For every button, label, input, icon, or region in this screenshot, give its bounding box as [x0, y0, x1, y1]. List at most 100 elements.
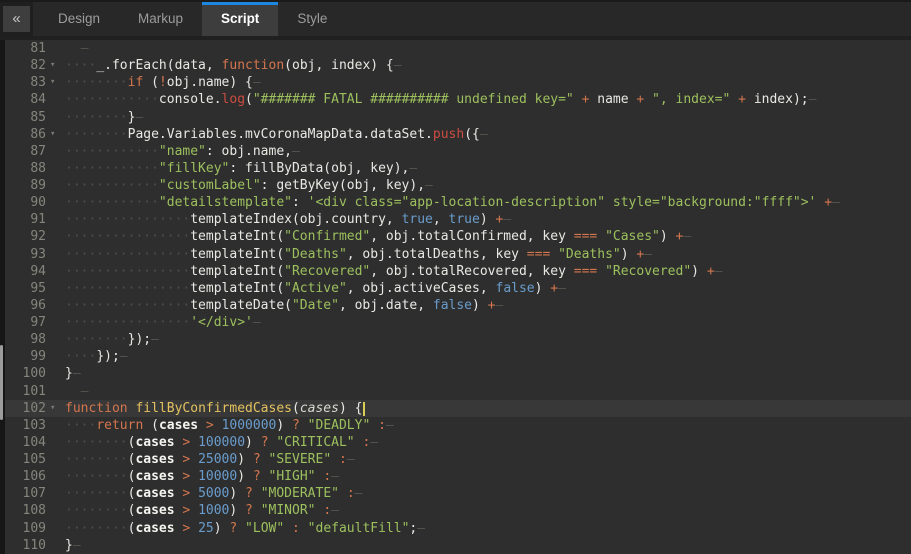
code-text: ················'</div>'–	[65, 314, 261, 331]
fold-toggle-icon[interactable]: ▾	[46, 74, 65, 91]
tab-markup[interactable]: Markup	[119, 2, 202, 36]
line-number: 98	[5, 331, 46, 348]
code-line[interactable]: 103 ····return (cases > 1000000) ? "DEADL…	[5, 417, 911, 434]
code-line[interactable]: 101 –	[5, 383, 911, 400]
code-line[interactable]: 94················templateInt("Recovered…	[5, 263, 911, 280]
fold-gutter	[46, 434, 65, 451]
eol-marker: –	[151, 332, 159, 347]
code-line[interactable]: 86▾········Page.Variables.mvCoronaMapDat…	[5, 126, 911, 143]
fold-toggle-icon[interactable]: ▾	[46, 126, 65, 143]
line-number: 103	[5, 417, 46, 434]
fold-gutter	[46, 194, 65, 211]
fold-gutter	[46, 502, 65, 519]
line-number: 104	[5, 434, 46, 451]
fold-gutter	[46, 263, 65, 280]
code-line[interactable]: 102▾function fillByConfirmedCases(cases)…	[5, 400, 911, 417]
code-line[interactable]: 104 ········(cases > 100000) ? "CRITICAL"…	[5, 434, 911, 451]
eol-marker: –	[480, 127, 488, 142]
code-line[interactable]: 109········(cases > 25) ? "LOW" : "defau…	[5, 520, 911, 537]
code-line[interactable]: 106········(cases > 10000) ? "HIGH" :–	[5, 468, 911, 485]
code-line[interactable]: 98········});–	[5, 331, 911, 348]
eol-marker: –	[394, 58, 402, 73]
code-line[interactable]: 110}–	[5, 537, 911, 554]
code-line[interactable]: 84 ············console.log("####### FATAL…	[5, 91, 911, 108]
collapse-panel-button[interactable]: «	[3, 6, 30, 32]
code-line[interactable]: 85········}–	[5, 109, 911, 126]
eol-marker: –	[558, 281, 566, 296]
eol-marker: –	[370, 435, 378, 450]
fold-gutter	[46, 246, 65, 263]
tab-style[interactable]: Style	[278, 2, 346, 36]
fold-gutter	[46, 143, 65, 160]
fold-gutter	[46, 417, 65, 434]
code-line[interactable]: 97················'</div>'–	[5, 314, 911, 331]
line-number: 110	[5, 537, 46, 554]
code-line[interactable]: 82▾····_.forEach(data, function(obj, ind…	[5, 57, 911, 74]
code-text: ················templateInt("Deaths", ob…	[65, 246, 652, 263]
fold-toggle-icon[interactable]: ▾	[46, 400, 65, 417]
line-number: 85	[5, 109, 46, 126]
fold-gutter	[46, 331, 65, 348]
code-text: ················templateDate("Date", obj…	[65, 297, 503, 314]
line-number: 91	[5, 211, 46, 228]
eol-marker: –	[253, 75, 261, 90]
code-lines: 81 –82▾····_.forEach(data, function(obj,…	[5, 40, 911, 554]
code-text: ········(cases > 5000) ? "MODERATE" :–	[65, 485, 362, 502]
code-text: ········(cases > 100000) ? "CRITICAL" :–	[65, 434, 378, 451]
line-number: 88	[5, 160, 46, 177]
fold-gutter	[46, 520, 65, 537]
tab-design[interactable]: Design	[39, 2, 119, 36]
eol-marker: –	[683, 229, 691, 244]
eol-marker: –	[253, 315, 261, 330]
line-number: 89	[5, 177, 46, 194]
code-line[interactable]: 108········(cases > 1000) ? "MINOR" :–	[5, 502, 911, 519]
code-editor[interactable]: 81 –82▾····_.forEach(data, function(obj,…	[0, 40, 911, 554]
fold-gutter	[46, 365, 65, 382]
fold-gutter	[46, 314, 65, 331]
code-text: ············console.log("####### FATAL #…	[65, 91, 816, 108]
fold-toggle-icon[interactable]: ▾	[46, 57, 65, 74]
code-text: ············"customLabel": getByKey(obj,…	[65, 177, 433, 194]
eol-marker: –	[73, 366, 81, 381]
line-number: 109	[5, 520, 46, 537]
code-line[interactable]: 92················templateInt("Confirmed…	[5, 228, 911, 245]
code-text: ····return (cases > 1000000) ? "DEADLY" …	[65, 417, 394, 434]
code-line[interactable]: 88············"fillKey": fillByData(obj,…	[5, 160, 911, 177]
code-text: ················templateInt("Active", ob…	[65, 280, 566, 297]
eol-marker: –	[809, 92, 817, 107]
line-number: 105	[5, 451, 46, 468]
tab-script[interactable]: Script	[202, 2, 278, 36]
fold-gutter	[46, 91, 65, 108]
text-cursor	[363, 402, 365, 416]
code-line[interactable]: 105········(cases > 25000) ? "SEVERE" :–	[5, 451, 911, 468]
eol-marker: –	[292, 144, 300, 159]
eol-marker: –	[832, 195, 840, 210]
eol-marker: –	[81, 384, 89, 399]
scrollbar-thumb[interactable]	[0, 345, 3, 420]
code-line[interactable]: 83▾········if (!obj.name) {–	[5, 74, 911, 91]
fold-gutter	[46, 109, 65, 126]
code-line[interactable]: 81 –	[5, 40, 911, 57]
code-text: ················templateInt("Confirmed",…	[65, 228, 691, 245]
fold-gutter	[46, 485, 65, 502]
code-line[interactable]: 99····});–	[5, 348, 911, 365]
eol-marker: –	[73, 538, 81, 553]
eol-marker: –	[331, 469, 339, 484]
code-line[interactable]: 90············"detailstemplate": '<div c…	[5, 194, 911, 211]
code-line[interactable]: 89 ············"customLabel": getByKey(ob…	[5, 177, 911, 194]
code-text: ········(cases > 10000) ? "HIGH" :–	[65, 468, 339, 485]
line-number: 84	[5, 91, 46, 108]
code-text: function fillByConfirmedCases(cases) {	[65, 400, 365, 417]
code-line[interactable]: 107 ········(cases > 5000) ? "MODERATE" :…	[5, 485, 911, 502]
line-number: 107	[5, 485, 46, 502]
fold-gutter	[46, 383, 65, 400]
line-number: 100	[5, 365, 46, 382]
code-line[interactable]: 96················templateDate("Date", o…	[5, 297, 911, 314]
left-scroll-rail	[0, 40, 5, 554]
code-line[interactable]: 100}–	[5, 365, 911, 382]
code-line[interactable]: 93················templateInt("Deaths", …	[5, 246, 911, 263]
code-line[interactable]: 95················templateInt("Active", …	[5, 280, 911, 297]
code-line[interactable]: 91 ················templateIndex(obj.coun…	[5, 211, 911, 228]
code-line[interactable]: 87············"name": obj.name,–	[5, 143, 911, 160]
code-text: ················templateIndex(obj.countr…	[65, 211, 511, 228]
